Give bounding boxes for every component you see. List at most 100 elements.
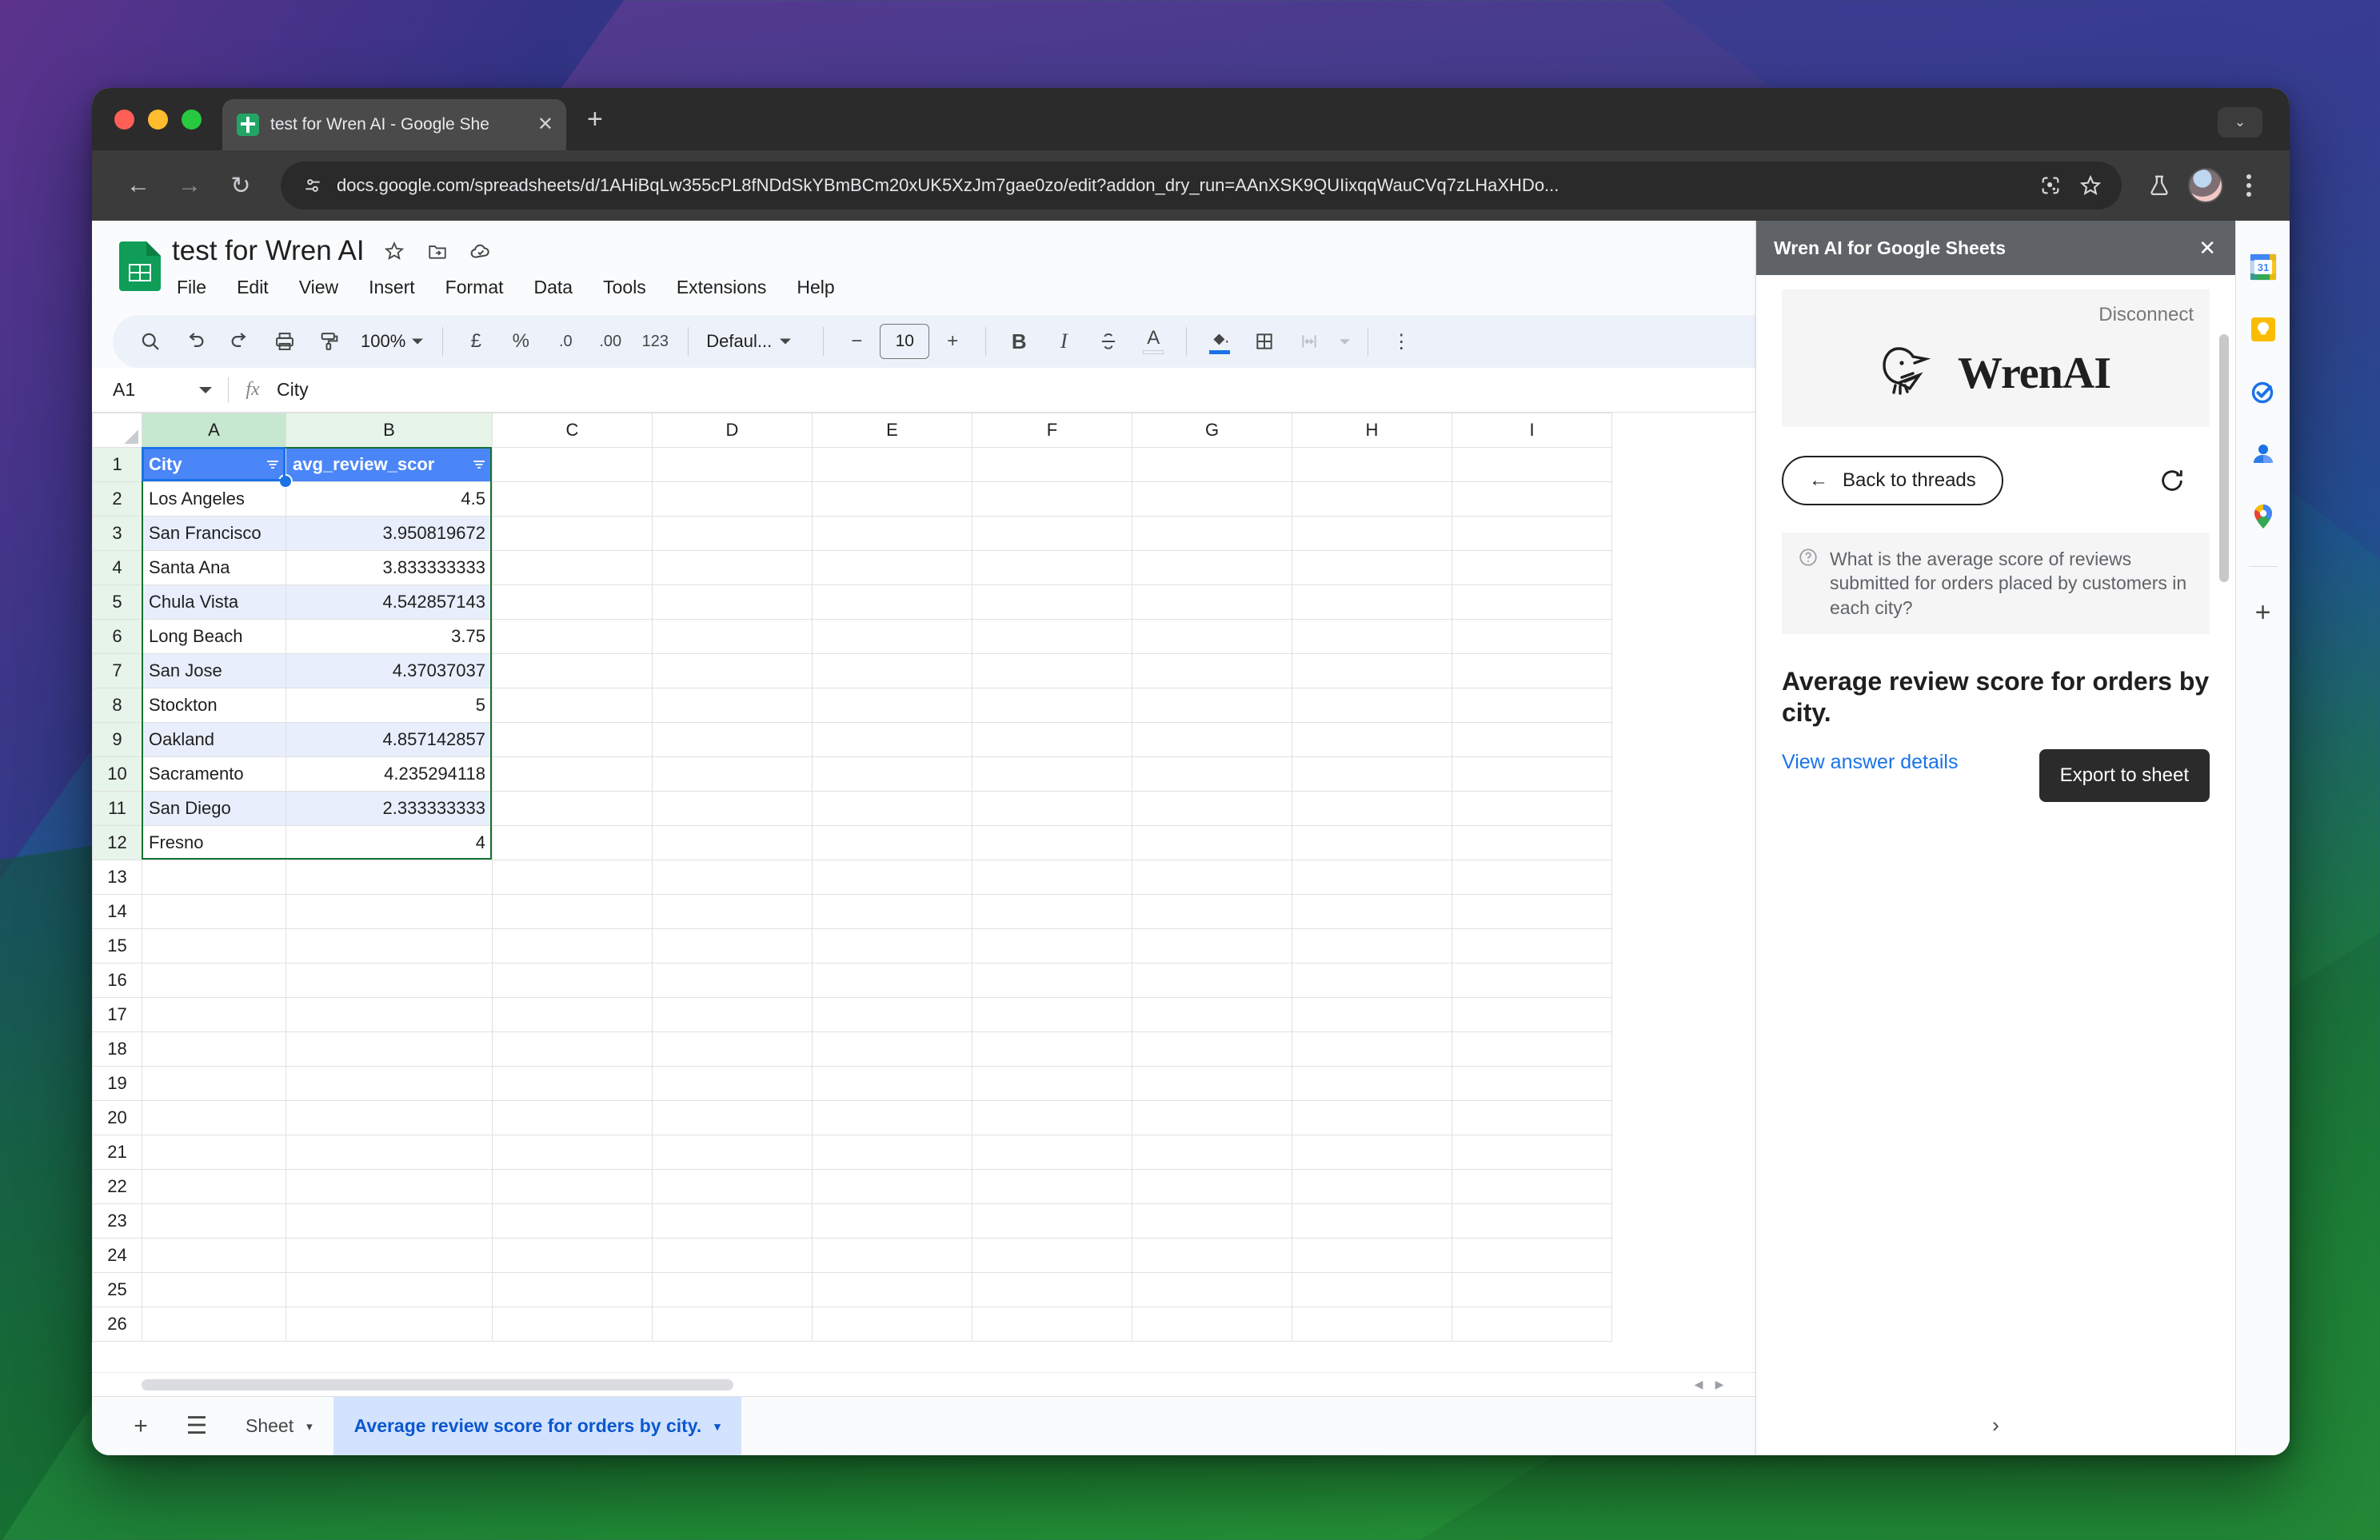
cell-E23[interactable] xyxy=(812,1203,972,1239)
cell-B13[interactable] xyxy=(286,860,493,895)
cell-H10[interactable] xyxy=(1292,756,1452,792)
cell-D20[interactable] xyxy=(652,1100,813,1135)
cell-A14[interactable] xyxy=(142,894,286,929)
cell-B19[interactable] xyxy=(286,1066,493,1101)
row-header-23[interactable]: 23 xyxy=(92,1203,142,1239)
cell-I3[interactable] xyxy=(1452,516,1612,551)
borders-button[interactable] xyxy=(1243,320,1286,363)
column-header-h[interactable]: H xyxy=(1292,413,1452,448)
cell-B6[interactable]: 3.75 xyxy=(286,619,493,654)
row-header-3[interactable]: 3 xyxy=(92,516,142,551)
cell-F10[interactable] xyxy=(972,756,1132,792)
selection-fill-handle[interactable] xyxy=(278,474,293,489)
print-icon[interactable] xyxy=(263,320,306,363)
cell-G9[interactable] xyxy=(1132,722,1292,757)
cell-D5[interactable] xyxy=(652,584,813,620)
cell-B4[interactable]: 3.833333333 xyxy=(286,550,493,585)
google-tasks-icon[interactable] xyxy=(2246,374,2281,409)
row-header-12[interactable]: 12 xyxy=(92,825,142,860)
cell-H26[interactable] xyxy=(1292,1307,1452,1342)
bold-button[interactable]: B xyxy=(997,320,1040,363)
cell-I20[interactable] xyxy=(1452,1100,1612,1135)
cell-C10[interactable] xyxy=(492,756,653,792)
cell-F17[interactable] xyxy=(972,997,1132,1032)
page-title[interactable]: test for Wren AI xyxy=(172,235,365,267)
menu-tools[interactable]: Tools xyxy=(598,273,651,301)
cell-E3[interactable] xyxy=(812,516,972,551)
cell-B25[interactable] xyxy=(286,1272,493,1307)
undo-icon[interactable] xyxy=(174,320,217,363)
row-header-9[interactable]: 9 xyxy=(92,722,142,757)
cell-E19[interactable] xyxy=(812,1066,972,1101)
cell-C23[interactable] xyxy=(492,1203,653,1239)
cell-A21[interactable] xyxy=(142,1135,286,1170)
cell-B10[interactable]: 4.235294118 xyxy=(286,756,493,792)
cell-A25[interactable] xyxy=(142,1272,286,1307)
cell-H20[interactable] xyxy=(1292,1100,1452,1135)
column-header-b[interactable]: B xyxy=(286,413,493,448)
cell-D21[interactable] xyxy=(652,1135,813,1170)
cell-G25[interactable] xyxy=(1132,1272,1292,1307)
cell-D1[interactable] xyxy=(652,447,813,482)
cell-G6[interactable] xyxy=(1132,619,1292,654)
cell-C17[interactable] xyxy=(492,997,653,1032)
cell-F3[interactable] xyxy=(972,516,1132,551)
cell-D3[interactable] xyxy=(652,516,813,551)
expand-panel-icon[interactable]: › xyxy=(1756,1394,2235,1455)
row-header-18[interactable]: 18 xyxy=(92,1031,142,1067)
cell-I21[interactable] xyxy=(1452,1135,1612,1170)
merge-cells-button[interactable] xyxy=(1288,320,1331,363)
header-cell-A1[interactable]: City xyxy=(142,447,286,482)
scroll-left-button[interactable]: ◀ xyxy=(1688,1373,1709,1397)
row-header-26[interactable]: 26 xyxy=(92,1307,142,1342)
close-window-button[interactable] xyxy=(114,110,134,130)
cell-I23[interactable] xyxy=(1452,1203,1612,1239)
cell-I13[interactable] xyxy=(1452,860,1612,895)
cell-I24[interactable] xyxy=(1452,1238,1612,1273)
cell-H22[interactable] xyxy=(1292,1169,1452,1204)
row-header-2[interactable]: 2 xyxy=(92,481,142,517)
browser-menu-icon[interactable] xyxy=(2229,162,2269,209)
cell-E5[interactable] xyxy=(812,584,972,620)
cell-H21[interactable] xyxy=(1292,1135,1452,1170)
decrease-font-size-button[interactable]: − xyxy=(835,320,878,363)
cell-G14[interactable] xyxy=(1132,894,1292,929)
strikethrough-button[interactable] xyxy=(1087,320,1130,363)
cell-D4[interactable] xyxy=(652,550,813,585)
cell-E18[interactable] xyxy=(812,1031,972,1067)
cell-I2[interactable] xyxy=(1452,481,1612,517)
cell-D8[interactable] xyxy=(652,688,813,723)
cell-C22[interactable] xyxy=(492,1169,653,1204)
cell-I1[interactable] xyxy=(1452,447,1612,482)
row-header-19[interactable]: 19 xyxy=(92,1066,142,1101)
cell-G26[interactable] xyxy=(1132,1307,1292,1342)
cell-B21[interactable] xyxy=(286,1135,493,1170)
cell-A4[interactable]: Santa Ana xyxy=(142,550,286,585)
cell-G18[interactable] xyxy=(1132,1031,1292,1067)
row-header-20[interactable]: 20 xyxy=(92,1100,142,1135)
export-to-sheet-button[interactable]: Export to sheet xyxy=(2039,749,2210,803)
cell-B2[interactable]: 4.5 xyxy=(286,481,493,517)
menu-file[interactable]: File xyxy=(172,273,211,301)
address-bar[interactable]: docs.google.com/spreadsheets/d/1AHiBqLw3… xyxy=(281,162,2122,209)
cell-E21[interactable] xyxy=(812,1135,972,1170)
sheet-tab-average-review-score[interactable]: Average review score for orders by city.… xyxy=(333,1396,741,1455)
cell-A10[interactable]: Sacramento xyxy=(142,756,286,792)
cell-E16[interactable] xyxy=(812,963,972,998)
cell-H5[interactable] xyxy=(1292,584,1452,620)
row-header-14[interactable]: 14 xyxy=(92,894,142,929)
cell-A26[interactable] xyxy=(142,1307,286,1342)
cell-B20[interactable] xyxy=(286,1100,493,1135)
row-header-24[interactable]: 24 xyxy=(92,1238,142,1273)
cell-H13[interactable] xyxy=(1292,860,1452,895)
zoom-control[interactable]: 100% xyxy=(353,331,431,352)
cell-E10[interactable] xyxy=(812,756,972,792)
cell-F4[interactable] xyxy=(972,550,1132,585)
new-tab-button[interactable]: + xyxy=(566,106,624,150)
cell-F5[interactable] xyxy=(972,584,1132,620)
cell-B22[interactable] xyxy=(286,1169,493,1204)
cell-G12[interactable] xyxy=(1132,825,1292,860)
menu-help[interactable]: Help xyxy=(792,273,839,301)
forward-button[interactable]: → xyxy=(164,160,215,211)
column-header-e[interactable]: E xyxy=(812,413,972,448)
